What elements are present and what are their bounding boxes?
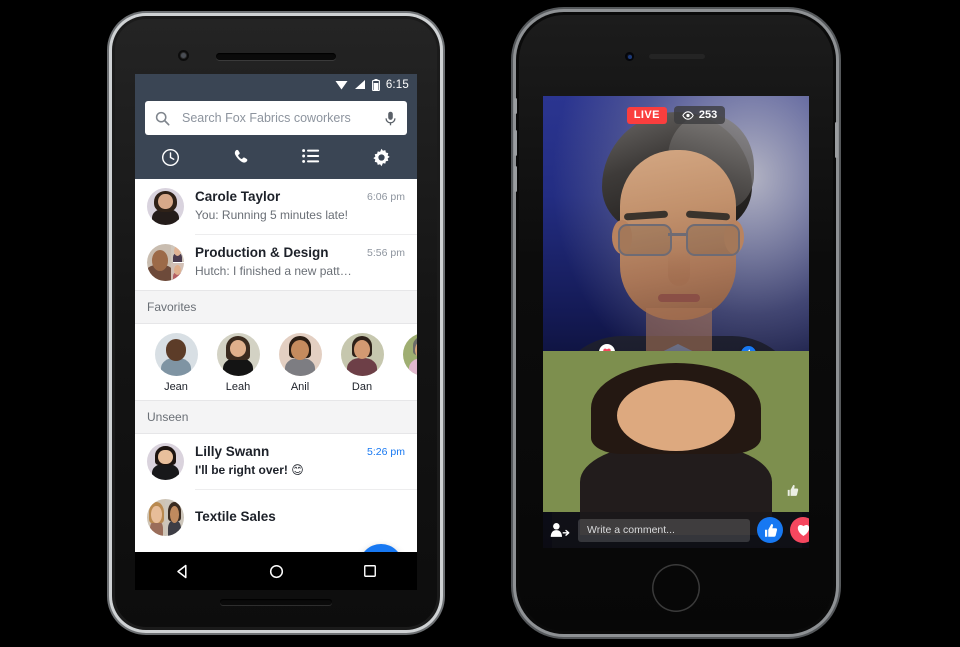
power-button[interactable] (835, 122, 838, 158)
favorite-name: Jean (164, 381, 188, 393)
table-row[interactable]: Production & Design Hutch: I finished a … (135, 235, 417, 290)
group-avatar (147, 244, 184, 281)
android-tab-bar (135, 145, 418, 182)
back-triangle-icon[interactable] (175, 564, 190, 579)
front-camera-icon (178, 50, 189, 61)
conversation-preview: Hutch: I finished a new pattern... (195, 264, 357, 279)
add-person-icon[interactable] (549, 522, 571, 538)
avatar (340, 333, 384, 376)
conversation-name: Production & Design (195, 245, 329, 261)
conversation-name: Carole Taylor (195, 189, 281, 205)
conversation-time: 6:06 pm (367, 191, 405, 203)
list-item[interactable]: Leah (207, 333, 269, 393)
avatar (154, 333, 198, 376)
earpiece-speaker (649, 54, 705, 59)
search-input[interactable] (180, 110, 374, 126)
list-item[interactable]: Jean (145, 333, 207, 393)
viewer-count: 253 (698, 109, 718, 121)
ring-switch[interactable] (514, 98, 517, 114)
conversation-preview: I'll be right over! 😊 (195, 463, 304, 478)
search-icon (155, 111, 170, 126)
avatar[interactable] (543, 350, 809, 535)
bottom-speaker (220, 599, 332, 605)
search-bar-container (135, 95, 417, 145)
conversation-time: 5:56 pm (367, 247, 405, 259)
status-bar-time: 6:15 (385, 78, 409, 91)
phone-icon (234, 149, 248, 163)
volume-up-button[interactable] (514, 130, 517, 156)
table-row[interactable]: Lilly Swann I'll be right over! 😊 5:26 p… (135, 434, 417, 489)
eye-icon (682, 110, 694, 120)
front-camera-icon (625, 52, 634, 61)
search-bar[interactable] (145, 101, 407, 135)
list-item[interactable]: Anil (269, 333, 331, 393)
android-navigation-bar (135, 552, 417, 590)
thumbs-up-icon[interactable] (786, 479, 799, 502)
comment-compose-bar: Write a comment... (543, 512, 809, 548)
conversation-list[interactable]: Carole Taylor You: Running 5 minutes lat… (135, 179, 417, 552)
avatar (147, 443, 184, 480)
live-badge: LIVE (626, 106, 667, 124)
new-message-fab[interactable] (359, 544, 403, 552)
favorite-name: Leah (225, 381, 251, 393)
section-header-favorites: Favorites (135, 290, 417, 324)
home-circle-icon[interactable] (269, 564, 284, 579)
heart-reaction-button[interactable] (790, 517, 809, 543)
signal-icon (354, 80, 365, 89)
wifi-icon (335, 81, 348, 90)
clock-icon (161, 148, 179, 167)
list-item[interactable]: Do (393, 333, 417, 393)
conversation-preview: You: Running 5 minutes late! (195, 208, 348, 223)
list-item: Gloria Windsor Watching from the London … (543, 350, 809, 535)
conversation-time: 5:26 pm (367, 446, 405, 458)
tab-recent[interactable] (135, 145, 206, 182)
viewer-count-badge: 253 (673, 106, 726, 124)
volume-down-button[interactable] (514, 166, 517, 192)
table-row[interactable]: Carole Taylor You: Running 5 minutes lat… (135, 179, 417, 234)
group-avatar (147, 499, 184, 536)
comment-input[interactable]: Write a comment... (578, 518, 750, 542)
avatar (216, 333, 260, 376)
android-status-bar: 6:15 (135, 74, 417, 95)
tab-calls[interactable] (206, 145, 277, 182)
conversation-name: Textile Sales (195, 509, 276, 525)
android-phone-frame: 6:15 Search Fox Fabrics coworkers Carole… (112, 16, 440, 630)
like-reaction-button[interactable] (757, 517, 783, 543)
list-item[interactable]: Dan (331, 333, 393, 393)
section-header-unseen: Unseen (135, 400, 417, 434)
avatar (278, 333, 322, 376)
favorite-name: Anil (290, 381, 310, 393)
table-row[interactable]: Textile Sales (135, 490, 417, 545)
live-comments-list: Gloria Windsor Anyone got questions for … (543, 350, 809, 535)
android-screen: 6:15 Search Fox Fabrics coworkers Carole… (135, 74, 417, 552)
battery-icon (371, 78, 380, 91)
tab-groups[interactable] (276, 145, 347, 182)
favorite-name: Dan (351, 381, 373, 393)
list-icon (302, 149, 320, 163)
favorites-strip[interactable]: Jean Leah Anil Dan (135, 324, 417, 400)
iphone-frame: LIVE 253 Write a comment... (514, 12, 838, 634)
conversation-name: Lilly Swann (195, 444, 270, 460)
comment-placeholder: Write a comment... (587, 524, 675, 536)
home-button[interactable] (652, 564, 700, 612)
gear-icon (373, 148, 390, 167)
iphone-screen: LIVE 253 Write a comment... (543, 96, 809, 548)
avatar (147, 188, 184, 225)
earpiece-speaker (216, 53, 336, 60)
avatar (402, 333, 417, 376)
tab-settings[interactable] (347, 145, 418, 182)
live-status-bar: LIVE 253 (543, 106, 809, 124)
microphone-icon[interactable] (384, 111, 397, 126)
recents-square-icon[interactable] (363, 564, 377, 578)
